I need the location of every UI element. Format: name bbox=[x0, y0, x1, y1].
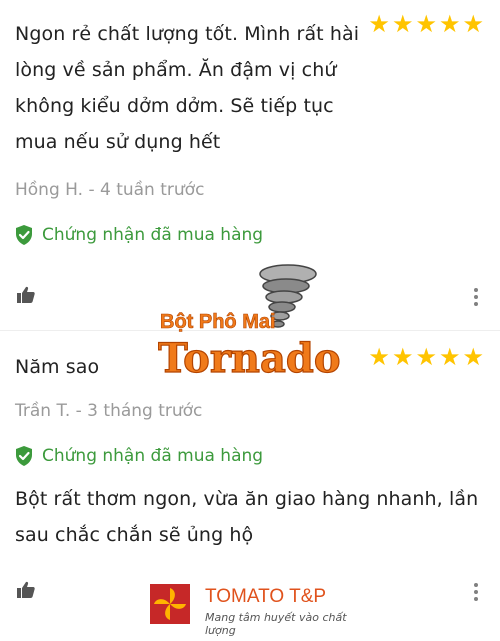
more-dot bbox=[474, 288, 478, 292]
tornado-logo: Bột Phô Mai Tornado bbox=[158, 264, 341, 383]
verified-purchase: Chứng nhận đã mua hàng bbox=[14, 445, 263, 467]
star-icon: ★ bbox=[368, 343, 390, 371]
review-author-time: Hồng H. - 4 tuần trước bbox=[15, 180, 205, 200]
thumbs-up-icon[interactable] bbox=[15, 579, 37, 601]
star-icon: ★ bbox=[438, 10, 461, 38]
star-icon: ★ bbox=[415, 10, 437, 38]
star-icon: ★ bbox=[415, 343, 437, 371]
verified-shield-icon bbox=[16, 225, 32, 245]
more-dot bbox=[474, 590, 478, 594]
verified-label: Chứng nhận đã mua hàng bbox=[42, 446, 264, 466]
thumbs-up-icon[interactable] bbox=[15, 284, 37, 306]
review-body: Ngon rẻ chất lượng tốt. Mình rất hài lòn… bbox=[15, 23, 360, 153]
logo-product-line: Bột Phô Mai bbox=[160, 311, 276, 333]
verified-shield-icon bbox=[16, 446, 32, 466]
logo-product-name: Tornado bbox=[158, 335, 341, 382]
star-icon: ★ bbox=[391, 10, 414, 38]
tomato-logo-icon bbox=[150, 584, 190, 624]
more-options-icon[interactable] bbox=[474, 583, 478, 601]
review-title: Năm sao bbox=[15, 356, 100, 378]
more-dot bbox=[474, 295, 478, 299]
more-options-icon[interactable] bbox=[474, 288, 478, 306]
verified-label: Chứng nhận đã mua hàng bbox=[42, 225, 264, 245]
star-icon: ★ bbox=[438, 343, 461, 371]
more-dot bbox=[474, 302, 478, 306]
more-dot bbox=[474, 597, 478, 601]
more-dot bbox=[474, 583, 478, 587]
brand-logo: TOMATO T&P Mang tâm huyết vào chất lượng bbox=[150, 582, 380, 637]
star-icon: ★ bbox=[391, 343, 414, 371]
brand-name: TOMATO T&P bbox=[205, 586, 327, 607]
star-icon: ★ bbox=[462, 10, 484, 38]
brand-text: TOMATO T&P Mang tâm huyết vào chất lượng bbox=[205, 586, 380, 637]
review-author-time: Trần T. - 3 tháng trước bbox=[15, 401, 203, 421]
brand-slogan: Mang tâm huyết vào chất lượng bbox=[205, 611, 347, 637]
review-body: Bột rất thơm ngon, vừa ăn giao hàng nhan… bbox=[15, 488, 479, 546]
verified-purchase: Chứng nhận đã mua hàng bbox=[14, 224, 263, 246]
star-rating: ★ ★ ★ ★ ★ bbox=[368, 12, 484, 36]
star-icon: ★ bbox=[368, 10, 390, 38]
star-rating: ★ ★ ★ ★ ★ bbox=[368, 345, 484, 369]
star-icon: ★ bbox=[462, 343, 484, 371]
